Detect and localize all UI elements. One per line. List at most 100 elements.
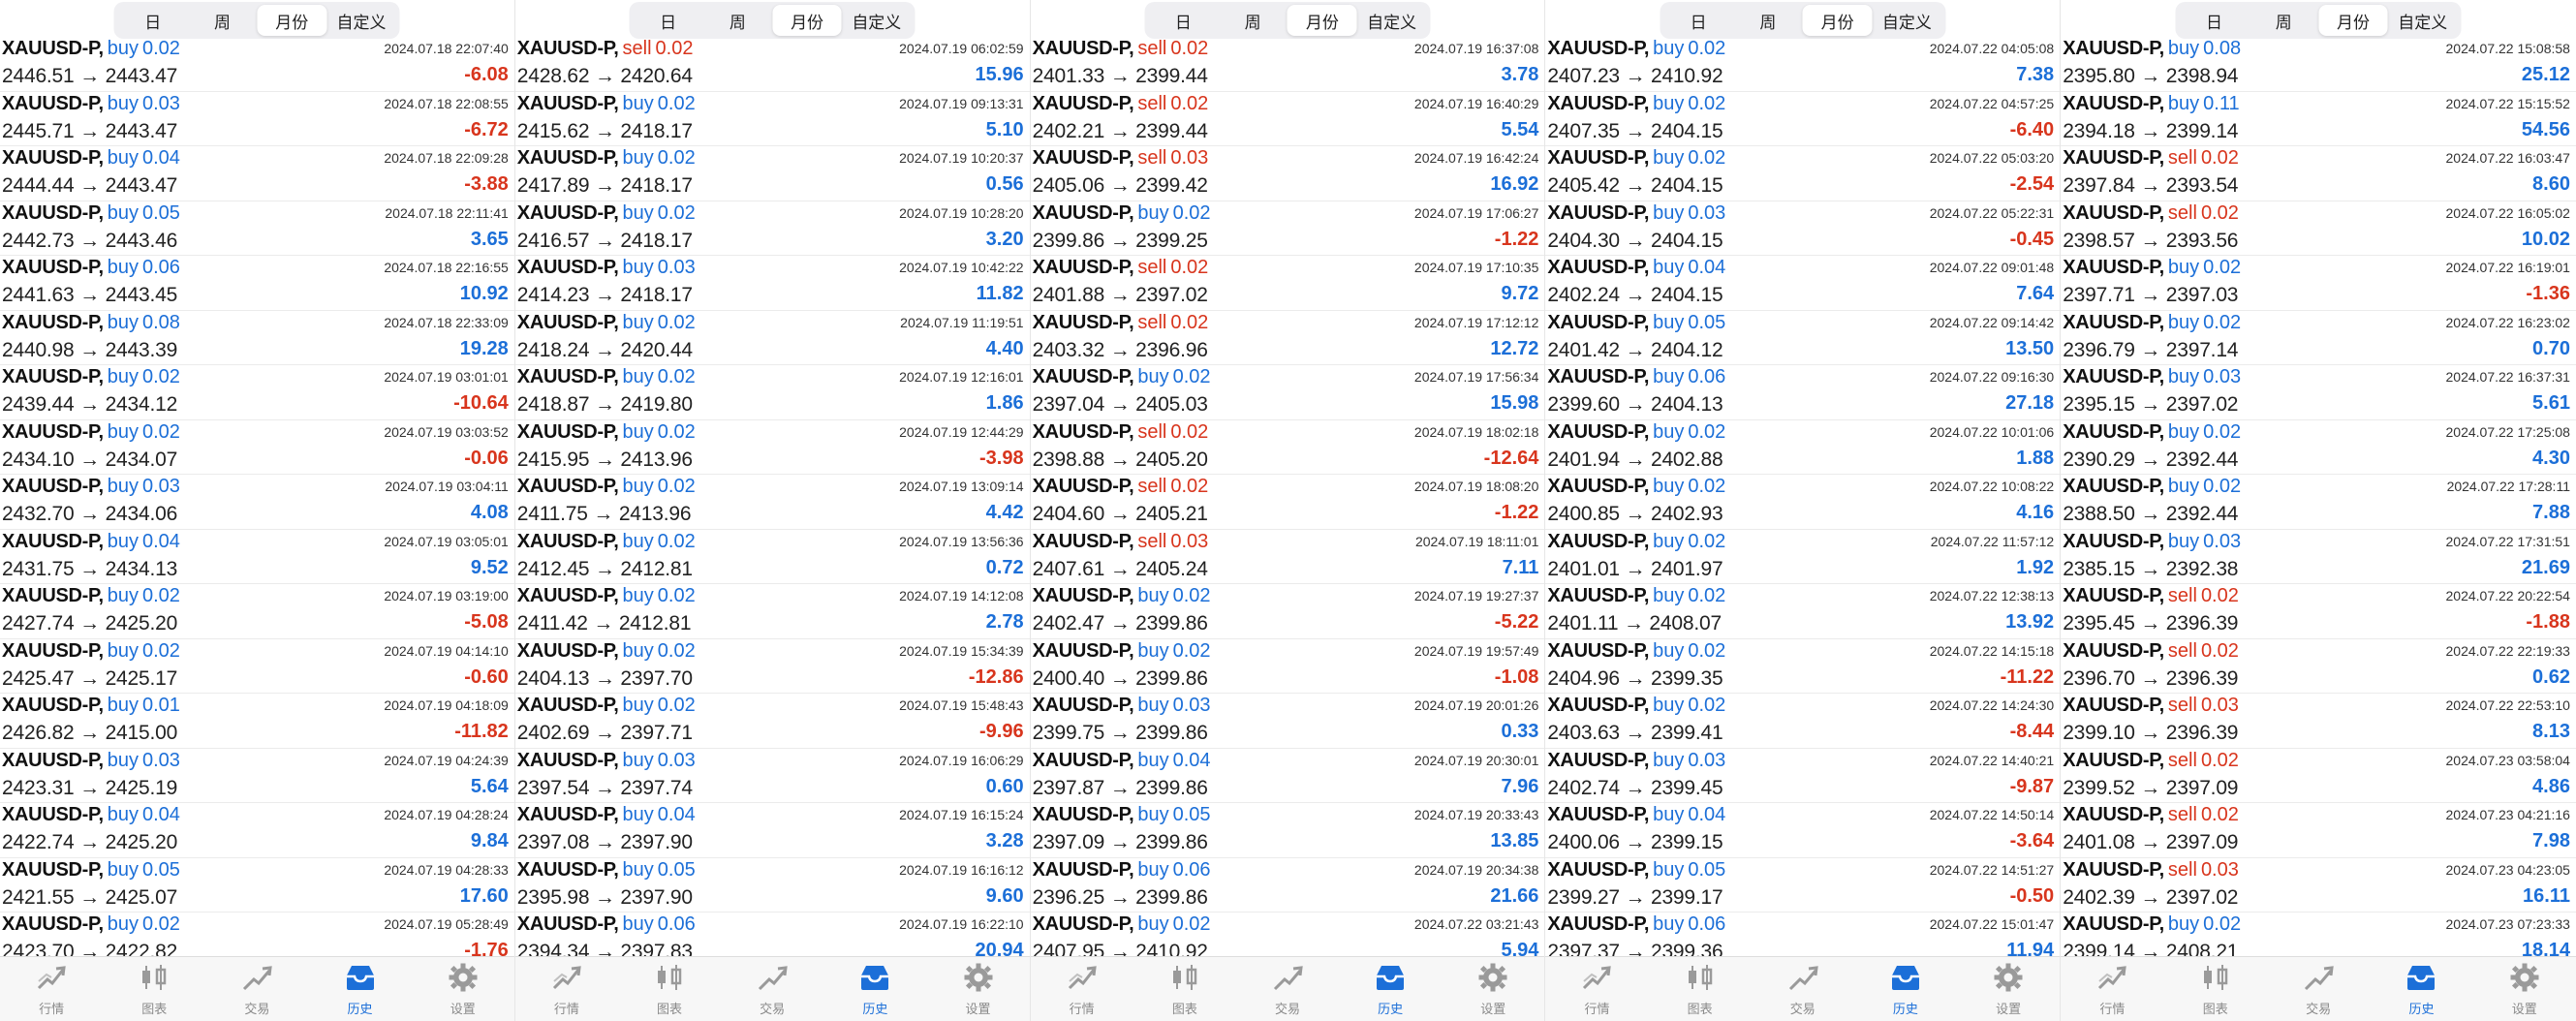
tab-history-inbox[interactable]: 历史 bbox=[823, 957, 926, 1021]
trade-row[interactable]: XAUUSD-P, buy 0.02 2434.10 → 2434.07 2024.07… bbox=[0, 420, 514, 475]
trade-row[interactable]: XAUUSD-P, sell 0.02 2403.32 → 2396.96 2024.0… bbox=[1030, 311, 1545, 365]
period-option-3[interactable]: 自定义 bbox=[1357, 5, 1427, 36]
trade-row[interactable]: XAUUSD-P, buy 0.05 2397.09 → 2399.86 2024.07… bbox=[1030, 803, 1545, 858]
trade-row[interactable]: XAUUSD-P, buy 0.04 2444.44 → 2443.47 2024.07… bbox=[0, 146, 514, 201]
trade-row[interactable]: XAUUSD-P, buy 0.05 2399.27 → 2399.17 2024.07… bbox=[1545, 858, 2061, 913]
trade-row[interactable]: XAUUSD-P, buy 0.02 2397.71 → 2397.03 2024.07… bbox=[2061, 256, 2576, 311]
period-option-2[interactable]: 月份 bbox=[1802, 5, 1873, 36]
trade-row[interactable]: XAUUSD-P, buy 0.02 2405.42 → 2404.15 2024.07… bbox=[1545, 146, 2061, 201]
period-option-1[interactable]: 周 bbox=[702, 5, 772, 36]
trade-row[interactable]: XAUUSD-P, buy 0.03 2397.54 → 2397.74 2024.07… bbox=[514, 749, 1030, 803]
period-option-1[interactable]: 周 bbox=[1218, 5, 1288, 36]
trade-row[interactable]: XAUUSD-P, sell 0.02 2401.08 → 2397.09 2024.0… bbox=[2061, 803, 2576, 858]
trade-row[interactable]: XAUUSD-P, buy 0.02 2418.87 → 2419.80 2024.07… bbox=[514, 365, 1030, 420]
tab-settings-gear[interactable]: 设置 bbox=[1957, 957, 2060, 1021]
trade-row[interactable]: XAUUSD-P, buy 0.04 2402.24 → 2404.15 2024.07… bbox=[1545, 256, 2061, 311]
trade-row[interactable]: XAUUSD-P, sell 0.03 2399.10 → 2396.39 2024.0… bbox=[2061, 694, 2576, 749]
trade-row[interactable]: XAUUSD-P, buy 0.02 2390.29 → 2392.44 2024.07… bbox=[2061, 420, 2576, 475]
trade-row[interactable]: XAUUSD-P, sell 0.03 2405.06 → 2399.42 2024.0… bbox=[1030, 146, 1545, 201]
trade-history-list[interactable]: XAUUSD-P, buy 0.02 2446.51 → 2443.47 2024.07… bbox=[0, 37, 514, 957]
trade-row[interactable]: XAUUSD-P, buy 0.02 2412.45 → 2412.81 2024.07… bbox=[514, 530, 1030, 584]
tab-history-inbox[interactable]: 历史 bbox=[1339, 957, 1442, 1021]
tab-settings-gear[interactable]: 设置 bbox=[412, 957, 514, 1021]
trade-row[interactable]: XAUUSD-P, sell 0.02 2399.52 → 2397.09 2024.0… bbox=[2061, 749, 2576, 803]
trade-row[interactable]: XAUUSD-P, buy 0.11 2394.18 → 2399.14 2024.07… bbox=[2061, 92, 2576, 146]
period-option-0[interactable]: 日 bbox=[634, 5, 703, 36]
tab-candlestick-chart[interactable]: 图表 bbox=[618, 957, 721, 1021]
tab-history-inbox[interactable]: 历史 bbox=[1854, 957, 1957, 1021]
trade-row[interactable]: XAUUSD-P, buy 0.02 2401.94 → 2402.88 2024.07… bbox=[1545, 420, 2061, 475]
tab-history-inbox[interactable]: 历史 bbox=[308, 957, 411, 1021]
trade-row[interactable]: XAUUSD-P, buy 0.03 2432.70 → 2434.06 2024.07… bbox=[0, 475, 514, 530]
trade-row[interactable]: XAUUSD-P, sell 0.02 2404.60 → 2405.21 2024.0… bbox=[1030, 475, 1545, 530]
trade-row[interactable]: XAUUSD-P, buy 0.02 2427.74 → 2425.20 2024.07… bbox=[0, 584, 514, 639]
trade-history-list[interactable]: XAUUSD-P, buy 0.02 2407.23 → 2410.92 2024.07… bbox=[1545, 37, 2061, 957]
tab-settings-gear[interactable]: 设置 bbox=[1442, 957, 1544, 1021]
trade-row[interactable]: XAUUSD-P, buy 0.05 2401.42 → 2404.12 2024.07… bbox=[1545, 311, 2061, 365]
trade-row[interactable]: XAUUSD-P, buy 0.02 2415.95 → 2413.96 2024.07… bbox=[514, 420, 1030, 475]
period-option-2[interactable]: 月份 bbox=[1287, 5, 1357, 36]
trade-row[interactable]: XAUUSD-P, buy 0.02 2411.42 → 2412.81 2024.07… bbox=[514, 584, 1030, 639]
trade-row[interactable]: XAUUSD-P, buy 0.02 2423.70 → 2422.82 2024.07… bbox=[0, 913, 514, 957]
trade-row[interactable]: XAUUSD-P, buy 0.03 2423.31 → 2425.19 2024.07… bbox=[0, 749, 514, 803]
trade-row[interactable]: XAUUSD-P, buy 0.05 2395.98 → 2397.90 2024.07… bbox=[514, 858, 1030, 913]
period-option-3[interactable]: 自定义 bbox=[842, 5, 912, 36]
period-option-0[interactable]: 日 bbox=[2180, 5, 2250, 36]
tab-settings-gear[interactable]: 设置 bbox=[926, 957, 1029, 1021]
trade-row[interactable]: XAUUSD-P, buy 0.02 2407.95 → 2410.92 2024.07… bbox=[1031, 913, 1545, 957]
trade-row[interactable]: XAUUSD-P, buy 0.02 2404.96 → 2399.35 2024.07… bbox=[1545, 639, 2061, 694]
period-option-1[interactable]: 周 bbox=[2249, 5, 2318, 36]
trade-row[interactable]: XAUUSD-P, buy 0.05 2421.55 → 2425.07 2024.07… bbox=[0, 858, 514, 913]
trade-row[interactable]: XAUUSD-P, sell 0.02 2401.88 → 2397.02 2024.0… bbox=[1030, 256, 1545, 311]
trade-row[interactable]: XAUUSD-P, sell 0.02 2398.88 → 2405.20 2024.0… bbox=[1030, 420, 1545, 475]
trade-row[interactable]: XAUUSD-P, sell 0.02 2397.84 → 2393.54 2024.0… bbox=[2061, 146, 2576, 201]
trade-row[interactable]: XAUUSD-P, buy 0.03 2385.15 → 2392.38 2024.07… bbox=[2061, 530, 2576, 584]
tab-quotes[interactable]: 行情 bbox=[1031, 957, 1133, 1021]
trade-row[interactable]: XAUUSD-P, buy 0.03 2445.71 → 2443.47 2024.07… bbox=[0, 92, 514, 146]
trade-row[interactable]: XAUUSD-P, buy 0.02 2439.44 → 2434.12 2024.07… bbox=[0, 365, 514, 420]
trade-history-list[interactable]: XAUUSD-P, sell 0.02 2401.33 → 2399.44 2024.0… bbox=[1030, 37, 1545, 957]
trade-row[interactable]: XAUUSD-P, buy 0.02 2417.89 → 2418.17 2024.07… bbox=[514, 146, 1030, 201]
trade-row[interactable]: XAUUSD-P, buy 0.02 2388.50 → 2392.44 2024.07… bbox=[2061, 475, 2576, 530]
trade-row[interactable]: XAUUSD-P, buy 0.04 2422.74 → 2425.20 2024.07… bbox=[0, 803, 514, 858]
trade-row[interactable]: XAUUSD-P, buy 0.02 2401.01 → 2401.97 2024.07… bbox=[1545, 530, 2061, 584]
tab-candlestick-chart[interactable]: 图表 bbox=[1133, 957, 1236, 1021]
trade-row[interactable]: XAUUSD-P, buy 0.04 2400.06 → 2399.15 2024.07… bbox=[1545, 803, 2061, 858]
trade-row[interactable]: XAUUSD-P, buy 0.02 2399.14 → 2408.21 2024.07… bbox=[2061, 913, 2576, 957]
tab-quotes[interactable]: 行情 bbox=[1545, 957, 1648, 1021]
trade-row[interactable]: XAUUSD-P, buy 0.02 2400.40 → 2399.86 2024.07… bbox=[1030, 639, 1545, 694]
tab-quotes[interactable]: 行情 bbox=[0, 957, 103, 1021]
trade-row[interactable]: XAUUSD-P, sell 0.02 2402.21 → 2399.44 2024.0… bbox=[1030, 92, 1545, 146]
period-option-0[interactable]: 日 bbox=[118, 5, 188, 36]
trade-row[interactable]: XAUUSD-P, buy 0.03 2399.75 → 2399.86 2024.07… bbox=[1030, 694, 1545, 749]
trade-row[interactable]: XAUUSD-P, buy 0.02 2396.79 → 2397.14 2024.07… bbox=[2061, 311, 2576, 365]
trade-row[interactable]: XAUUSD-P, buy 0.03 2402.74 → 2399.45 2024.07… bbox=[1545, 749, 2061, 803]
trade-row[interactable]: XAUUSD-P, buy 0.02 2404.13 → 2397.70 2024.07… bbox=[514, 639, 1030, 694]
period-option-3[interactable]: 自定义 bbox=[326, 5, 396, 36]
tab-quotes[interactable]: 行情 bbox=[515, 957, 618, 1021]
trade-row[interactable]: XAUUSD-P, buy 0.02 2402.47 → 2399.86 2024.07… bbox=[1030, 584, 1545, 639]
trade-row[interactable]: XAUUSD-P, buy 0.03 2395.15 → 2397.02 2024.07… bbox=[2061, 365, 2576, 420]
tab-candlestick-chart[interactable]: 图表 bbox=[2164, 957, 2267, 1021]
trade-row[interactable]: XAUUSD-P, buy 0.06 2394.34 → 2397.83 2024.07… bbox=[515, 913, 1030, 957]
trade-row[interactable]: XAUUSD-P, buy 0.01 2426.82 → 2415.00 2024.07… bbox=[0, 694, 514, 749]
period-option-3[interactable]: 自定义 bbox=[2388, 5, 2458, 36]
trade-row[interactable]: XAUUSD-P, sell 0.02 2395.45 → 2396.39 2024.0… bbox=[2061, 584, 2576, 639]
tab-trade[interactable]: 交易 bbox=[205, 957, 308, 1021]
tab-candlestick-chart[interactable]: 图表 bbox=[1649, 957, 1752, 1021]
trade-row[interactable]: XAUUSD-P, buy 0.08 2440.98 → 2443.39 2024.07… bbox=[0, 311, 514, 365]
tab-quotes[interactable]: 行情 bbox=[2061, 957, 2163, 1021]
tab-trade[interactable]: 交易 bbox=[721, 957, 823, 1021]
trade-row[interactable]: XAUUSD-P, buy 0.02 2403.63 → 2399.41 2024.07… bbox=[1545, 694, 2061, 749]
trade-row[interactable]: XAUUSD-P, buy 0.03 2404.30 → 2404.15 2024.07… bbox=[1545, 201, 2061, 256]
trade-row[interactable]: XAUUSD-P, sell 0.02 2398.57 → 2393.56 2024.0… bbox=[2061, 201, 2576, 256]
trade-row[interactable]: XAUUSD-P, buy 0.08 2395.80 → 2398.94 2024.07… bbox=[2061, 37, 2576, 92]
period-option-2[interactable]: 月份 bbox=[257, 5, 327, 36]
tab-trade[interactable]: 交易 bbox=[1752, 957, 1854, 1021]
trade-row[interactable]: XAUUSD-P, buy 0.02 2425.47 → 2425.17 2024.07… bbox=[0, 639, 514, 694]
period-option-0[interactable]: 日 bbox=[1148, 5, 1218, 36]
period-option-2[interactable]: 月份 bbox=[2318, 5, 2388, 36]
trade-row[interactable]: XAUUSD-P, sell 0.03 2402.39 → 2397.02 2024.0… bbox=[2061, 858, 2576, 913]
trade-row[interactable]: XAUUSD-P, sell 0.02 2401.33 → 2399.44 2024.0… bbox=[1030, 37, 1545, 92]
period-option-2[interactable]: 月份 bbox=[772, 5, 842, 36]
